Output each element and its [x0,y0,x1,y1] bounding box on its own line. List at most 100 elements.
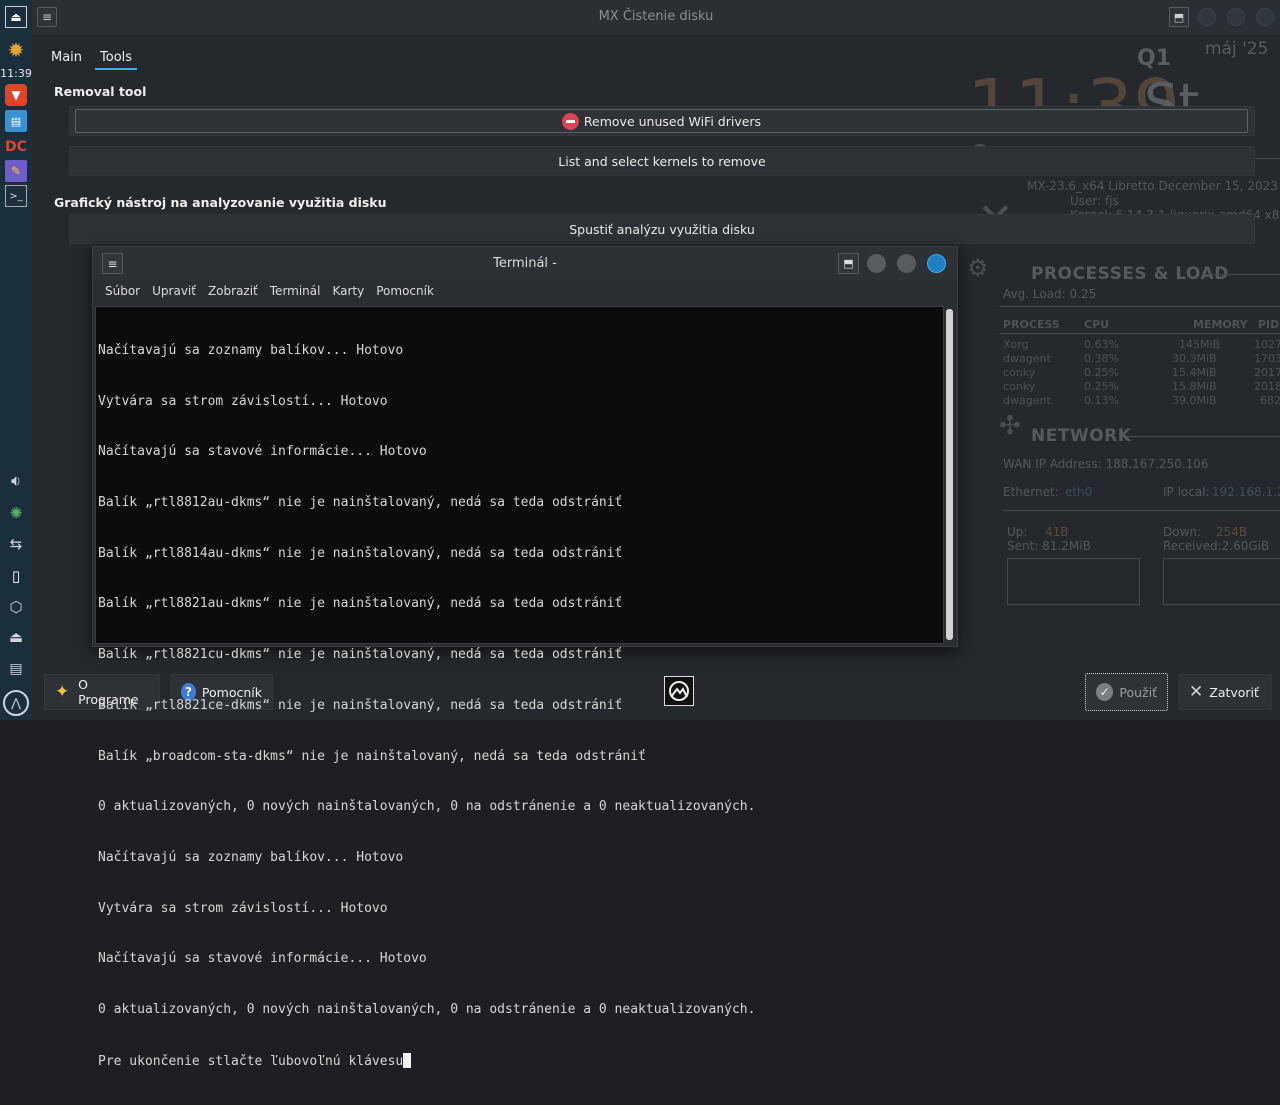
list-kernels-button[interactable]: List and select kernels to remove [69,146,1255,176]
proc-header-process: PROCESS [1003,318,1060,331]
terminal-icon[interactable]: >_ [5,185,27,207]
proc-name: dwagent [1003,394,1051,407]
conky-distro: MX-23.6_x64 Libretto December 15, 2023 [1027,179,1278,193]
terminal-prompt-line: Pre ukončenie stlačte ľubovoľnú klávesu [98,1052,755,1071]
close-button[interactable]: ✕ Zatvoriť [1178,674,1272,710]
mx-menu-icon[interactable]: ⋀ [3,690,29,716]
tab-main[interactable]: Main [46,50,87,70]
clipboard-icon[interactable]: ▯ [5,565,27,587]
proc-name: Xorg [1003,338,1029,351]
menu-file[interactable]: Súbor [99,284,146,298]
logout-icon[interactable]: ⏏ [5,6,27,28]
proc-pid: 2018 [1254,380,1280,393]
conky-ip-local: IP local: [1163,485,1210,499]
terminal-line: Načítavajú sa stavové informácie... Hoto… [98,444,427,460]
updater-icon[interactable]: ✺ [5,502,27,524]
run-disk-analysis-label: Spustiť analýzu využitia disku [569,221,755,237]
terminal-keep-above-button[interactable]: ⬒ [838,253,859,274]
volume-icon[interactable]: 🔉︎ [5,470,27,492]
proc-header-memory: MEMORY [1193,318,1248,331]
close-window-button[interactable] [1256,8,1274,26]
disk-analyzer-label: Grafický nástroj na analyzovanie využiti… [54,195,387,210]
proc-header-pid: PID [1258,318,1280,331]
window-title: MX Čistenie disku [598,9,714,24]
remove-wifi-drivers-label: Remove unused WiFi drivers [583,113,762,129]
terminal-output[interactable]: Načítavajú sa zoznamy balíkov... Hotovo … [95,306,944,1069]
menu-tabs[interactable]: Karty [326,284,370,298]
conky-ip-local-val: 192.168.1.24 [1212,485,1280,499]
panel-clock[interactable]: 11:39 [0,67,32,80]
conky-user: User: fjs [1070,194,1119,208]
terminal-line: 0 aktualizovaných, 0 nových nainštalovan… [98,1002,756,1018]
terminal-title: Terminál - [493,256,557,271]
menu-terminal[interactable]: Terminál [264,284,327,298]
cleaner-icon[interactable]: ✎ [5,160,27,182]
conky-net-title: NETWORK [1031,426,1132,446]
divider [999,333,1280,334]
menu-help[interactable]: Pomocník [370,284,440,298]
eject-icon[interactable]: ⏏ [5,626,27,648]
terminal-scrollbar[interactable] [945,308,954,641]
proc-memory: 15.4MiB [1172,366,1217,379]
terminal-minimize-button[interactable] [867,254,886,273]
proc-pid: 1027 [1254,338,1280,351]
terminal-title-bar: ≡ Terminál - ⬒ [93,247,957,280]
terminal-line: Vytvára sa strom závislostí... Hotovo [98,393,388,409]
proc-cpu: 0.13% [1084,394,1119,407]
terminal-line: Načítavajú sa zoznamy balíkov... Hotovo [98,850,404,865]
conky-up-val: 41B [1045,525,1069,539]
terminal-lines: Načítavajú sa zoznamy balíkov... Hotovo … [98,309,755,1105]
maximize-button[interactable] [1227,8,1245,26]
terminal-line: Balík „rtl8821au-dkms“ nie je nainštalov… [98,596,623,612]
proc-cpu: 0.25% [1084,380,1119,393]
terminal-line: Balík „rtl8812au-dkms“ nie je nainštalov… [98,494,623,510]
gears-icon: ⚙ [967,254,989,282]
divider [1003,510,1280,511]
divider [1202,274,1280,275]
conky-received: Received:2.60GiB [1163,539,1270,553]
package-icon[interactable]: ⬡ [5,596,27,618]
remove-wifi-drivers-button[interactable]: Remove unused WiFi drivers [75,109,1248,133]
proc-cpu: 0.38% [1084,352,1119,365]
terminal-scrollbar-thumb[interactable] [946,309,953,640]
apply-label: Použiť [1119,684,1157,700]
proc-memory: 15.8MiB [1172,380,1217,393]
divider [999,306,1280,307]
title-bar: ≡ MX Čistenie disku ⬒ [32,0,1280,36]
file-manager-icon[interactable]: ▤ [5,110,27,132]
tasks-icon[interactable]: ▤ [5,658,27,680]
proc-header-cpu: CPU [1084,318,1110,331]
terminal-close-button[interactable] [927,254,946,273]
terminal-line: Pre ukončenie stlačte ľubovoľnú klávesu [98,1053,404,1069]
weather-sun-icon[interactable]: ✹ [5,38,27,62]
conky-up: Up: [1007,525,1028,539]
proc-memory: 145MiB [1179,338,1221,351]
terminal-line: Balík „rtl8821cu-dkms“ nie je nainštalov… [98,647,623,663]
doublecmd-icon[interactable]: DC [5,136,27,158]
terminal-maximize-button[interactable] [897,254,916,273]
terminal-line: Načítavajú sa stavové informácie... Hoto… [98,951,427,967]
menu-view[interactable]: Zobraziť [202,284,264,298]
close-icon: ✕ [1189,682,1204,702]
tab-tools[interactable]: Tools [95,50,138,70]
minimize-button[interactable] [1198,8,1216,26]
proc-pid: 1703 [1254,352,1280,365]
run-disk-analysis-button[interactable]: Spustiť analýzu využitia disku [69,214,1255,244]
close-label: Zatvoriť [1209,684,1259,700]
brave-browser-icon[interactable]: ▼ [5,84,27,106]
conky-ethernet: Ethernet: [1003,485,1059,499]
proc-pid: 682 [1260,394,1280,407]
menu-edit[interactable]: Upraviť [146,284,202,298]
network-icon[interactable]: ⇆ [5,533,27,555]
terminal-line: 0 aktualizovaných, 0 nových nainštalovan… [98,799,756,815]
terminal-line: Balík „broadcom-sta-dkms“ nie je nainšta… [98,748,646,764]
terminal-menu-bar: Súbor Upraviť Zobraziť Terminál Karty Po… [99,284,440,298]
keep-above-button[interactable]: ⬒ [1169,7,1189,27]
proc-memory: 30.3MiB [1172,352,1217,365]
list-kernels-label: List and select kernels to remove [558,153,766,169]
proc-memory: 39.0MiB [1172,394,1217,407]
conky-avg-load: Avg. Load: 0.25 [1003,287,1097,301]
checkmark-icon: ✓ [1096,683,1114,701]
proc-pid: 2017 [1254,366,1280,379]
apply-button[interactable]: ✓ Použiť [1085,673,1168,711]
